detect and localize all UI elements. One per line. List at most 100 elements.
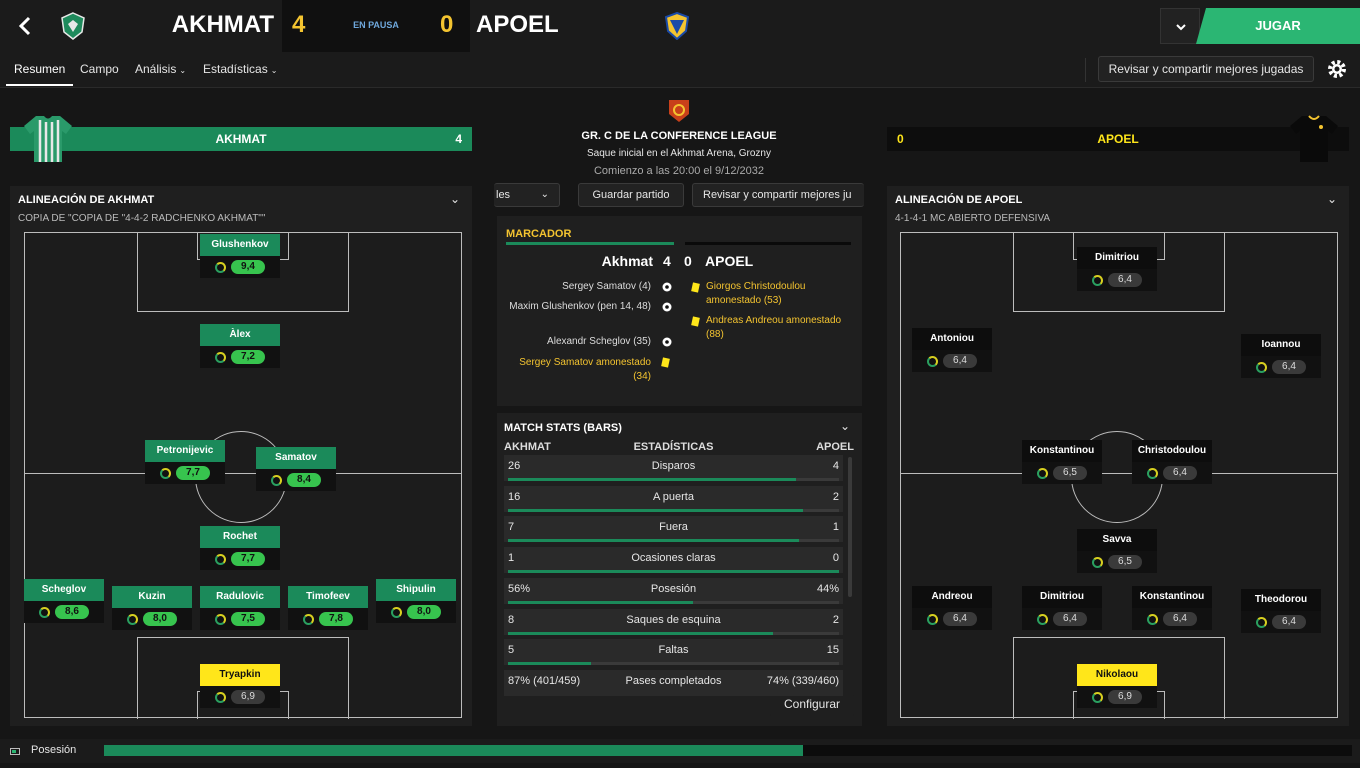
- home-player-card[interactable]: Timofeev 7,8: [288, 586, 368, 630]
- home-player-card[interactable]: Glushenkov 9,4: [200, 234, 280, 278]
- home-player-card[interactable]: Petronijevic 7,7: [145, 440, 225, 484]
- away-player-card[interactable]: Ioannou 6,4: [1241, 334, 1321, 378]
- home-player-card[interactable]: Kuzin 8,0: [112, 586, 192, 630]
- chevron-down-icon[interactable]: ⌄: [450, 192, 460, 206]
- possession-fill: [104, 745, 803, 756]
- home-event: Sergey Samatov amonestado (34): [505, 356, 651, 384]
- away-player-card[interactable]: Theodorou 6,4: [1241, 589, 1321, 633]
- player-rating-row: 7,2: [200, 346, 280, 368]
- home-player-card[interactable]: Samatov 8,4: [256, 447, 336, 491]
- player-rating-row: 9,4: [200, 256, 280, 278]
- possession-track: [104, 745, 1352, 756]
- away-player-card[interactable]: Dimitriou 6,4: [1077, 247, 1157, 291]
- home-banner-score: 4: [455, 132, 462, 146]
- stats-col-away: APOEL: [816, 441, 854, 453]
- player-rating-row: 6,9: [200, 686, 280, 708]
- away-player-card[interactable]: Dimitriou 6,4: [1022, 586, 1102, 630]
- stat-row: 56% Posesión 44%: [504, 577, 843, 604]
- play-button[interactable]: JUGAR: [1196, 8, 1360, 44]
- gear-icon[interactable]: [1324, 56, 1350, 82]
- view-selector[interactable]: les ⌄: [494, 183, 560, 207]
- player-rating-row: 6,4: [1077, 269, 1157, 291]
- home-banner-name: AKHMAT: [215, 132, 267, 146]
- rating-icon: [1147, 467, 1158, 479]
- scoreboard-title: MARCADOR: [506, 228, 572, 240]
- chevron-down-icon[interactable]: ⌄: [840, 419, 850, 433]
- home-player-card[interactable]: Àlex 7,2: [200, 324, 280, 368]
- save-match-button[interactable]: Guardar partido: [578, 183, 684, 207]
- home-team-name: AKHMAT: [171, 11, 274, 38]
- away-player-card[interactable]: Savva 6,5: [1077, 529, 1157, 573]
- away-player-card[interactable]: Christodoulou 6,4: [1132, 440, 1212, 484]
- rating-icon: [1037, 467, 1048, 479]
- configure-button[interactable]: Configurar: [770, 693, 854, 717]
- stat-bar-fill: [508, 570, 839, 574]
- event-text: Alexandr Scheglov (35): [547, 336, 651, 347]
- away-kit-icon: [1288, 114, 1340, 164]
- share-highlights-button-center[interactable]: Revisar y compartir mejores ju: [692, 183, 864, 207]
- chevron-down-icon: ⌄: [270, 66, 278, 75]
- player-name: Ioannou: [1241, 334, 1321, 356]
- home-player-card[interactable]: Radulovic 7,5: [200, 586, 280, 630]
- player-rating: 6,4: [1163, 612, 1197, 626]
- possession-icon: [10, 748, 20, 755]
- ball-icon: [662, 337, 672, 350]
- competition-name: GR. C DE LA CONFERENCE LEAGUE: [581, 130, 777, 142]
- player-rating-row: 6,5: [1022, 462, 1102, 484]
- away-player-card[interactable]: Andreou 6,4: [912, 586, 992, 630]
- play-dropdown[interactable]: [1160, 8, 1200, 44]
- home-player-card[interactable]: Rochet 7,7: [200, 526, 280, 570]
- player-name: Rochet: [200, 526, 280, 548]
- tab-label: Estadísticas: [203, 62, 268, 76]
- chevron-down-icon: ⌄: [179, 66, 187, 75]
- home-pitch: [24, 232, 462, 719]
- home-player-card[interactable]: Scheglov 8,6: [24, 579, 104, 623]
- tab-estadisticas[interactable]: Estadísticas ⌄: [203, 60, 277, 86]
- home-banner: AKHMAT 4: [10, 127, 472, 151]
- tab-analisis[interactable]: Análisis ⌄: [135, 60, 186, 86]
- stat-bar-fill: [508, 478, 796, 481]
- stat-bar: [508, 600, 839, 604]
- home-kit-icon: [22, 114, 74, 164]
- rating-icon: [215, 351, 226, 363]
- stat-label: Ocasiones claras: [631, 552, 716, 565]
- player-rating: 6,4: [1272, 360, 1306, 374]
- rating-icon: [271, 474, 282, 486]
- stat-label: Fuera: [659, 521, 688, 534]
- tab-campo[interactable]: Campo: [80, 60, 119, 86]
- player-name: Konstantinou: [1022, 440, 1102, 462]
- stats-scrollbar[interactable]: [848, 457, 852, 597]
- player-rating-row: 6,5: [1077, 551, 1157, 573]
- player-name: Samatov: [256, 447, 336, 469]
- chevron-down-icon[interactable]: ⌄: [1327, 192, 1337, 206]
- home-event: Sergey Samatov (4): [505, 280, 651, 294]
- stat-bar: [508, 508, 839, 512]
- player-rating-row: 7,7: [145, 462, 225, 484]
- player-rating: 6,4: [943, 612, 977, 626]
- player-name: Timofeev: [288, 586, 368, 608]
- away-player-card[interactable]: Nikolaou 6,9: [1077, 664, 1157, 708]
- rating-icon: [1147, 613, 1158, 625]
- player-rating: 6,9: [1108, 690, 1142, 704]
- tab-resumen[interactable]: Resumen: [6, 60, 74, 86]
- away-player-card[interactable]: Konstantinou 6,5: [1022, 440, 1102, 484]
- back-arrow-icon[interactable]: [14, 14, 38, 38]
- away-lineup-title: ALINEACIÓN DE APOEL: [895, 194, 1023, 206]
- stats-title: MATCH STATS (BARS): [504, 422, 622, 434]
- away-banner: 0 APOEL: [887, 127, 1349, 151]
- home-player-card[interactable]: Tryapkin 6,9: [200, 664, 280, 708]
- stat-bar-fill: [508, 600, 694, 604]
- apoel-crest-icon: [664, 11, 690, 41]
- stat-bar: [508, 539, 839, 543]
- rating-icon: [927, 613, 938, 625]
- stat-bar-fill: [508, 508, 803, 512]
- away-player-card[interactable]: Konstantinou 6,4: [1132, 586, 1212, 630]
- stat-bar: [508, 570, 839, 574]
- stat-away-value: 0: [832, 552, 839, 565]
- away-event: Andreas Andreou amonestado (88): [706, 314, 846, 342]
- home-player-card[interactable]: Shipulin 8,0: [376, 579, 456, 623]
- share-highlights-button[interactable]: Revisar y compartir mejores jugadas: [1098, 56, 1314, 82]
- stat-label: Posesión: [650, 582, 697, 595]
- away-player-card[interactable]: Antoniou 6,4: [912, 328, 992, 372]
- rating-icon: [215, 553, 226, 565]
